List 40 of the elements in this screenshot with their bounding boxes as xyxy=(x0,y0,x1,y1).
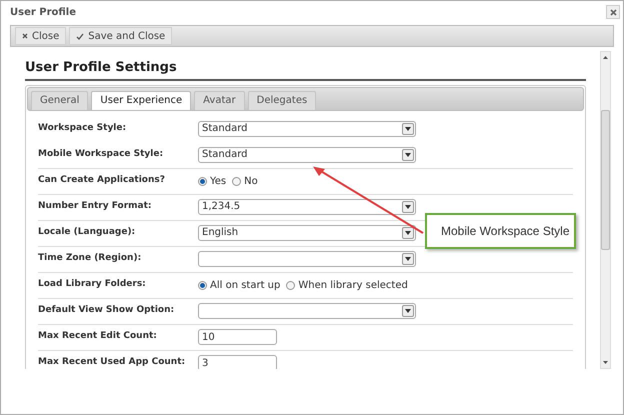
field-label: Locale (Language): xyxy=(38,226,136,240)
radio-option[interactable]: Yes xyxy=(198,174,226,188)
tab[interactable]: Delegates xyxy=(248,90,316,110)
radio-button[interactable] xyxy=(198,280,207,290)
radio-option[interactable]: When library selected xyxy=(286,278,408,292)
tab[interactable]: User Experience xyxy=(91,90,192,110)
radio-option[interactable]: All on start up xyxy=(198,278,280,292)
section-heading: User Profile Settings xyxy=(25,58,586,80)
field-label: Load Library Folders: xyxy=(38,278,147,292)
field-label: Number Entry Format: xyxy=(38,200,152,214)
toolbar-button[interactable]: Save and Close xyxy=(69,27,172,45)
field-label: Default View Show Option: xyxy=(38,304,176,318)
checkmark-icon xyxy=(76,32,84,40)
close-icon xyxy=(22,33,28,39)
radio-option[interactable]: No xyxy=(232,174,258,188)
close-button[interactable] xyxy=(606,5,620,19)
tab[interactable]: Avatar xyxy=(194,90,245,110)
scroll-down-icon[interactable] xyxy=(603,361,608,364)
field-label: Max Recent Used App Count: xyxy=(38,356,186,369)
dropdown[interactable]: 1,234.5 xyxy=(198,199,416,215)
input-field[interactable]: 10 xyxy=(198,329,277,345)
dropdown[interactable]: English xyxy=(198,225,416,241)
radio-button[interactable] xyxy=(286,280,296,290)
field-label: Can Create Applications? xyxy=(38,174,166,188)
scroll-up-icon[interactable] xyxy=(603,56,608,59)
field-label: Mobile Workspace Style: xyxy=(38,148,164,161)
input-field[interactable]: 3 xyxy=(198,355,277,369)
field-label: Workspace Style: xyxy=(38,122,128,135)
callout: Mobile Workspace Style xyxy=(425,213,576,249)
tab[interactable]: General xyxy=(31,90,88,110)
field-label: Max Recent Edit Count: xyxy=(38,330,158,344)
scrollbar[interactable] xyxy=(600,51,611,369)
window-title: User Profile xyxy=(10,6,76,20)
radio-button[interactable] xyxy=(232,176,242,186)
dropdown[interactable]: Standard xyxy=(198,146,416,162)
dropdown[interactable]: Standard xyxy=(198,120,416,136)
field-label: Time Zone (Region): xyxy=(38,252,142,266)
radio-button[interactable] xyxy=(198,176,207,186)
close-icon xyxy=(610,8,616,16)
toolbar-button[interactable]: Close xyxy=(15,27,66,45)
